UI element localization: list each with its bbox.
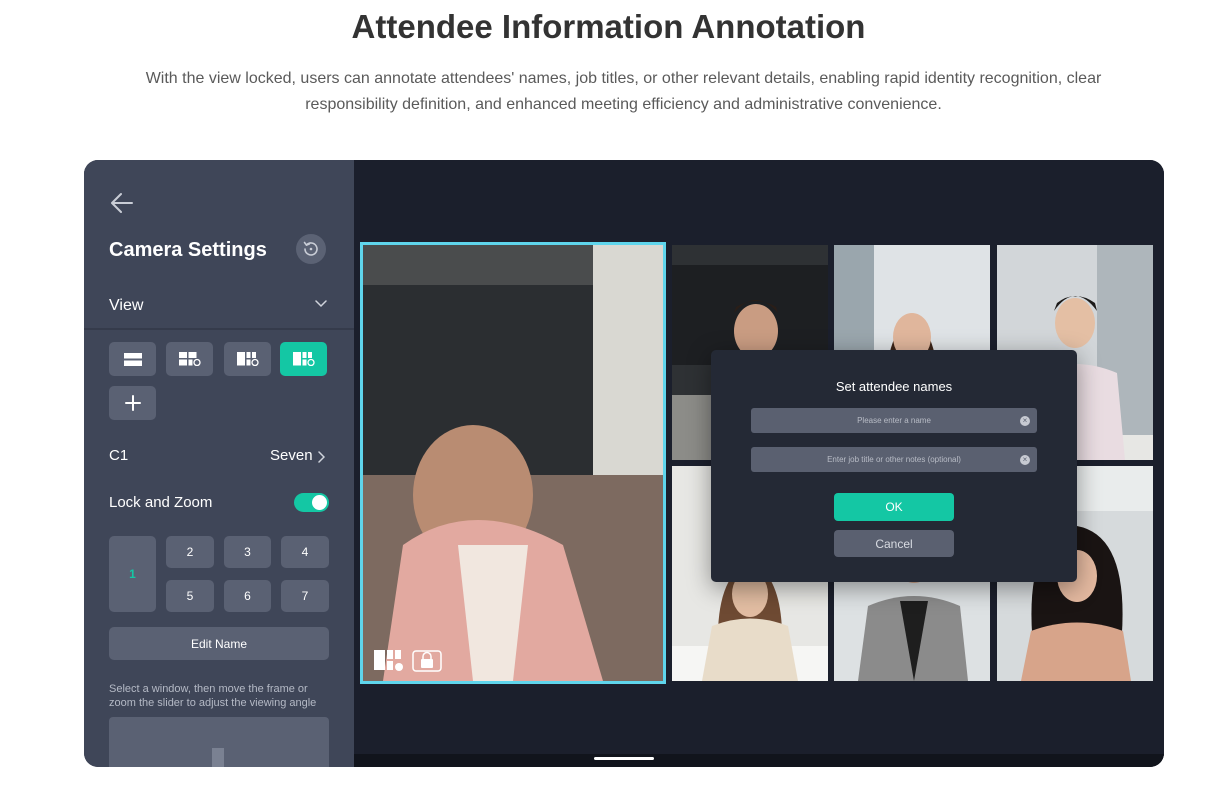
window-button-4[interactable]: 4 [281, 536, 329, 568]
add-layout-button[interactable] [109, 386, 156, 420]
lock-zoom-label: Lock and Zoom [109, 494, 213, 511]
clear-name-icon[interactable]: × [1020, 416, 1030, 426]
back-button[interactable] [108, 190, 136, 216]
dialog-title: Set attendee names [835, 379, 953, 394]
lock-button[interactable] [411, 649, 443, 673]
lock-icon [412, 650, 442, 672]
reset-icon [303, 241, 318, 256]
single-layout-icon [123, 352, 142, 366]
edit-name-button[interactable]: Edit Name [109, 627, 329, 660]
layout-tile-button[interactable] [373, 649, 405, 673]
chevron-down-icon [315, 300, 327, 308]
window-button-6[interactable]: 6 [224, 580, 271, 612]
device-screen: Camera Settings View C1 Seven Lock and Z… [84, 160, 1164, 767]
video-feed-1 [363, 245, 663, 681]
chevron-right-icon [318, 451, 325, 463]
layout-grid-3-button[interactable] [224, 342, 271, 376]
arrow-left-icon [111, 193, 133, 213]
layout-grid-2-button[interactable] [166, 342, 213, 376]
grid-6-layout-icon [292, 352, 315, 366]
view-dropdown[interactable]: View [84, 288, 354, 328]
view-label: View [109, 297, 144, 314]
attendee-name-input[interactable] [751, 408, 1037, 433]
divider [84, 328, 354, 330]
window-button-7[interactable]: 7 [281, 580, 329, 612]
ok-button[interactable]: OK [834, 493, 954, 521]
attendee-notes-input[interactable] [751, 447, 1037, 472]
video-grid: Set attendee names × × OK Cancel [354, 160, 1164, 767]
grid-3-layout-icon [236, 352, 259, 366]
page-description: With the view locked, users can annotate… [145, 70, 1102, 113]
plus-icon [124, 395, 141, 411]
window-button-3[interactable]: 3 [224, 536, 271, 568]
window-button-1[interactable]: 1 [109, 536, 156, 612]
home-indicator[interactable] [594, 757, 654, 760]
layout-single-button[interactable] [109, 342, 156, 376]
window-button-2[interactable]: 2 [166, 536, 214, 568]
zoom-slider-handle[interactable] [212, 748, 224, 767]
grid-layout-icon [374, 650, 403, 671]
toggle-knob [312, 495, 327, 510]
set-attendee-names-dialog: Set attendee names × × OK Cancel [711, 350, 1077, 582]
window-button-5[interactable]: 5 [166, 580, 214, 612]
camera-label: C1 [109, 447, 129, 464]
layout-grid-6-button[interactable] [280, 342, 327, 376]
camera-select-row[interactable]: C1 Seven [84, 443, 354, 471]
sidebar-title: Camera Settings [109, 239, 267, 261]
clear-notes-icon[interactable]: × [1020, 455, 1030, 465]
cancel-button[interactable]: Cancel [834, 530, 954, 557]
lock-zoom-toggle[interactable] [294, 493, 329, 512]
hint-text: Select a window, then move the frame or … [109, 683, 317, 709]
camera-value: Seven [270, 447, 313, 464]
lock-zoom-row: Lock and Zoom [84, 490, 354, 520]
grid-2-layout-icon [178, 352, 201, 366]
page-title: Attendee Information Annotation [351, 8, 866, 45]
view-preview-box[interactable] [109, 717, 329, 767]
video-tile-1[interactable] [360, 242, 666, 684]
tile-toolbar [373, 649, 443, 673]
camera-settings-sidebar: Camera Settings View C1 Seven Lock and Z… [84, 160, 354, 767]
bottom-bar [354, 754, 1164, 767]
reset-button[interactable] [296, 234, 326, 264]
